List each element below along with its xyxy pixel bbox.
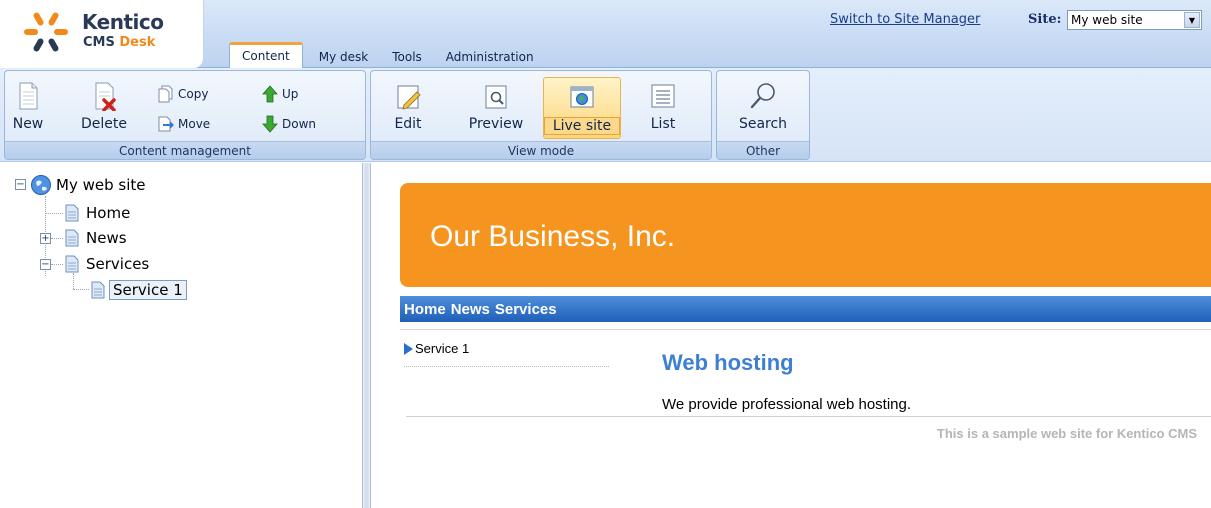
tree-node-service-1[interactable]: Service 1 bbox=[90, 279, 187, 301]
delete-label: Delete bbox=[81, 116, 127, 132]
site-banner-title: Our Business, Inc. bbox=[430, 220, 676, 253]
live-site-preview: Our Business, Inc. Home News Services Se… bbox=[372, 163, 1211, 508]
tree-connector bbox=[45, 213, 63, 214]
divider bbox=[400, 329, 1211, 330]
live-site-icon bbox=[570, 86, 594, 108]
site-banner: Our Business, Inc. bbox=[400, 183, 1211, 287]
triangle-right-icon bbox=[404, 343, 413, 355]
site-footer: This is a sample web site for Kentico CM… bbox=[936, 426, 1197, 441]
logo-product: CMS Desk bbox=[83, 35, 155, 50]
tab-my-desk[interactable]: My desk bbox=[307, 46, 380, 68]
up-button[interactable]: Up bbox=[261, 84, 298, 104]
new-button[interactable]: New bbox=[11, 77, 45, 139]
move-button[interactable]: Move bbox=[157, 114, 210, 134]
tree-root-label: My web site bbox=[56, 176, 146, 194]
view-mode-group: Edit Preview Live site List View mode bbox=[370, 70, 712, 160]
list-icon bbox=[651, 84, 675, 108]
search-label: Search bbox=[738, 116, 788, 132]
page-body-text: We provide professional web hosting. bbox=[662, 396, 912, 413]
arrow-down-icon bbox=[262, 115, 278, 133]
page-icon bbox=[65, 255, 79, 273]
chevron-down-icon[interactable]: ▼ bbox=[1184, 12, 1200, 28]
other-caption: Other bbox=[717, 141, 809, 159]
toolbar: New Delete Copy Move Up Down Content man… bbox=[0, 68, 1211, 162]
tree-collapse-services[interactable]: − bbox=[40, 259, 51, 270]
edit-button[interactable]: Edit bbox=[391, 77, 425, 139]
delete-document-icon bbox=[95, 82, 116, 111]
logo-brand: Kentico bbox=[82, 10, 164, 34]
globe-icon bbox=[31, 175, 51, 195]
new-label: New bbox=[12, 116, 44, 132]
tree-connector bbox=[51, 238, 63, 239]
site-select-value: My web site bbox=[1071, 13, 1143, 27]
new-document-icon bbox=[19, 82, 38, 110]
site-menu-services[interactable]: Services bbox=[495, 301, 557, 318]
tree-node-home[interactable]: Home bbox=[64, 202, 130, 224]
app-header: Kentico CMS Desk Content My desk Tools A… bbox=[0, 0, 1211, 68]
content-management-caption: Content management bbox=[5, 141, 365, 159]
site-select[interactable]: My web site ▼ bbox=[1067, 10, 1202, 30]
other-group: Search Other bbox=[716, 70, 810, 160]
logo-product-cms: CMS bbox=[83, 35, 120, 50]
kentico-logo: Kentico CMS Desk bbox=[0, 0, 204, 68]
down-label: Down bbox=[282, 117, 317, 131]
main-tabs: Content My desk Tools Administration bbox=[204, 42, 546, 68]
search-button[interactable]: Search bbox=[733, 77, 793, 139]
tree-node-label: Services bbox=[86, 255, 150, 273]
move-label: Move bbox=[178, 117, 211, 131]
site-left-menu: Service 1 bbox=[404, 341, 609, 367]
edit-label: Edit bbox=[394, 116, 422, 132]
preview-label: Preview bbox=[468, 116, 524, 132]
preview-button[interactable]: Preview bbox=[463, 77, 529, 139]
delete-button[interactable]: Delete bbox=[81, 77, 127, 139]
list-label: List bbox=[650, 116, 676, 132]
tree-node-services[interactable]: Services bbox=[64, 253, 149, 275]
content-management-group: New Delete Copy Move Up Down Content man… bbox=[4, 70, 366, 160]
tree-expand-news[interactable]: + bbox=[40, 233, 51, 244]
page-icon bbox=[91, 281, 105, 299]
site-label: Site: bbox=[1028, 12, 1062, 27]
tree-node-label: News bbox=[86, 229, 127, 247]
page-heading: Web hosting bbox=[662, 350, 794, 375]
tree-connector bbox=[73, 289, 89, 290]
content-tree: − My web site Home + News − Services Ser… bbox=[0, 163, 362, 508]
divider bbox=[406, 416, 1211, 417]
tree-collapse-root[interactable]: − bbox=[15, 179, 26, 190]
logo-product-desk: Desk bbox=[119, 35, 156, 50]
tree-node-news[interactable]: News bbox=[64, 227, 127, 249]
live-site-label: Live site bbox=[544, 117, 620, 135]
edit-icon bbox=[397, 85, 421, 110]
preview-icon bbox=[485, 85, 507, 109]
page-icon bbox=[65, 229, 79, 247]
site-menu: Home News Services bbox=[400, 296, 1211, 322]
tab-content[interactable]: Content bbox=[229, 42, 303, 68]
pane-splitter[interactable] bbox=[362, 163, 371, 508]
arrow-up-icon bbox=[262, 85, 278, 103]
switch-to-site-manager-link[interactable]: Switch to Site Manager bbox=[830, 12, 980, 27]
move-icon bbox=[158, 116, 174, 132]
down-button[interactable]: Down bbox=[261, 114, 316, 134]
search-icon bbox=[750, 83, 775, 109]
tree-connector bbox=[51, 264, 63, 265]
list-button[interactable]: List bbox=[641, 77, 685, 139]
tab-administration[interactable]: Administration bbox=[434, 46, 546, 68]
left-menu-service-1[interactable]: Service 1 bbox=[415, 341, 469, 356]
view-mode-caption: View mode bbox=[371, 141, 711, 159]
tree-node-label: Service 1 bbox=[109, 280, 187, 300]
site-menu-home[interactable]: Home bbox=[404, 301, 446, 318]
copy-icon bbox=[158, 85, 173, 103]
tab-tools[interactable]: Tools bbox=[380, 46, 434, 68]
tree-connector bbox=[73, 273, 74, 289]
up-label: Up bbox=[282, 87, 299, 101]
page-icon bbox=[65, 204, 79, 222]
tree-node-root[interactable]: My web site bbox=[30, 174, 145, 196]
tree-node-label: Home bbox=[86, 204, 131, 222]
site-menu-news[interactable]: News bbox=[451, 301, 490, 318]
kentico-logo-icon bbox=[24, 12, 68, 52]
copy-button[interactable]: Copy bbox=[157, 84, 208, 104]
live-site-button[interactable]: Live site bbox=[543, 77, 621, 139]
copy-label: Copy bbox=[178, 87, 209, 101]
